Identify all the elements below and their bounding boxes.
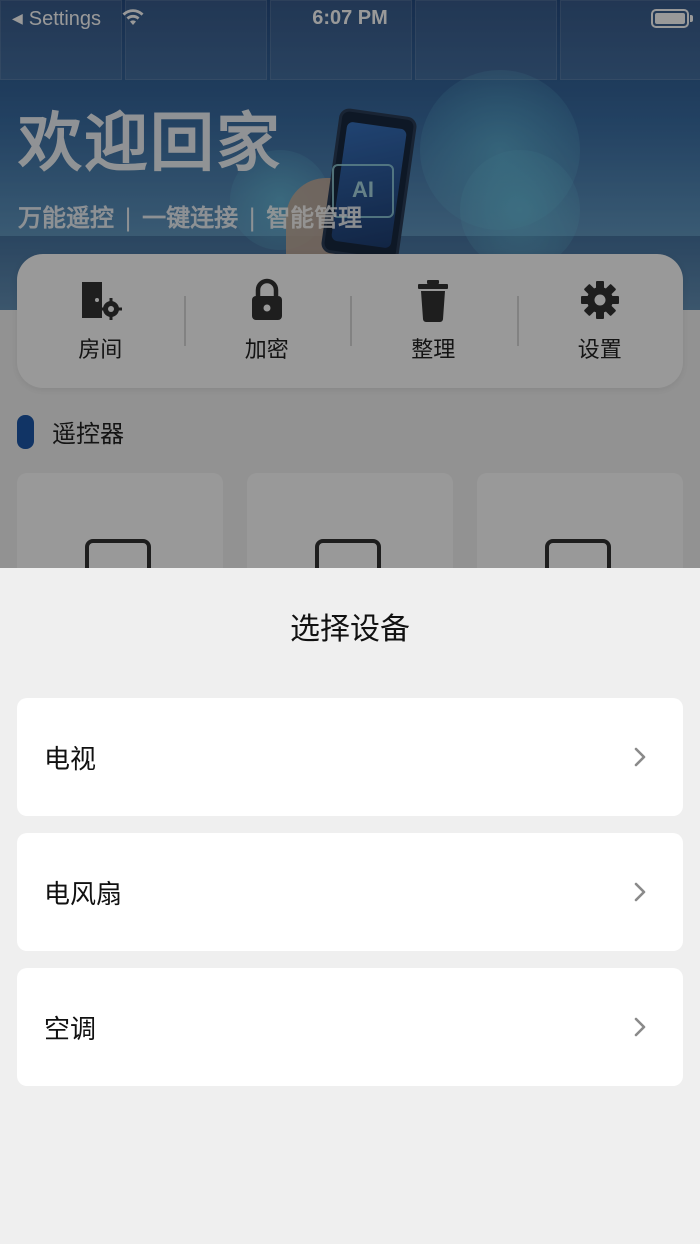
modal-backdrop[interactable]: [0, 0, 700, 568]
chevron-right-icon: [634, 1017, 646, 1037]
chevron-right-icon: [634, 882, 646, 902]
device-option-label: 电视: [44, 744, 97, 775]
device-option-air-conditioner[interactable]: 空调: [17, 968, 683, 1086]
device-option-fan[interactable]: 电风扇: [17, 833, 683, 951]
device-option-tv[interactable]: 电视: [17, 698, 683, 816]
chevron-right-icon: [634, 747, 646, 767]
device-option-label: 电风扇: [44, 879, 123, 910]
device-option-label: 空调: [44, 1014, 97, 1045]
sheet-title: 选择设备: [290, 612, 410, 647]
